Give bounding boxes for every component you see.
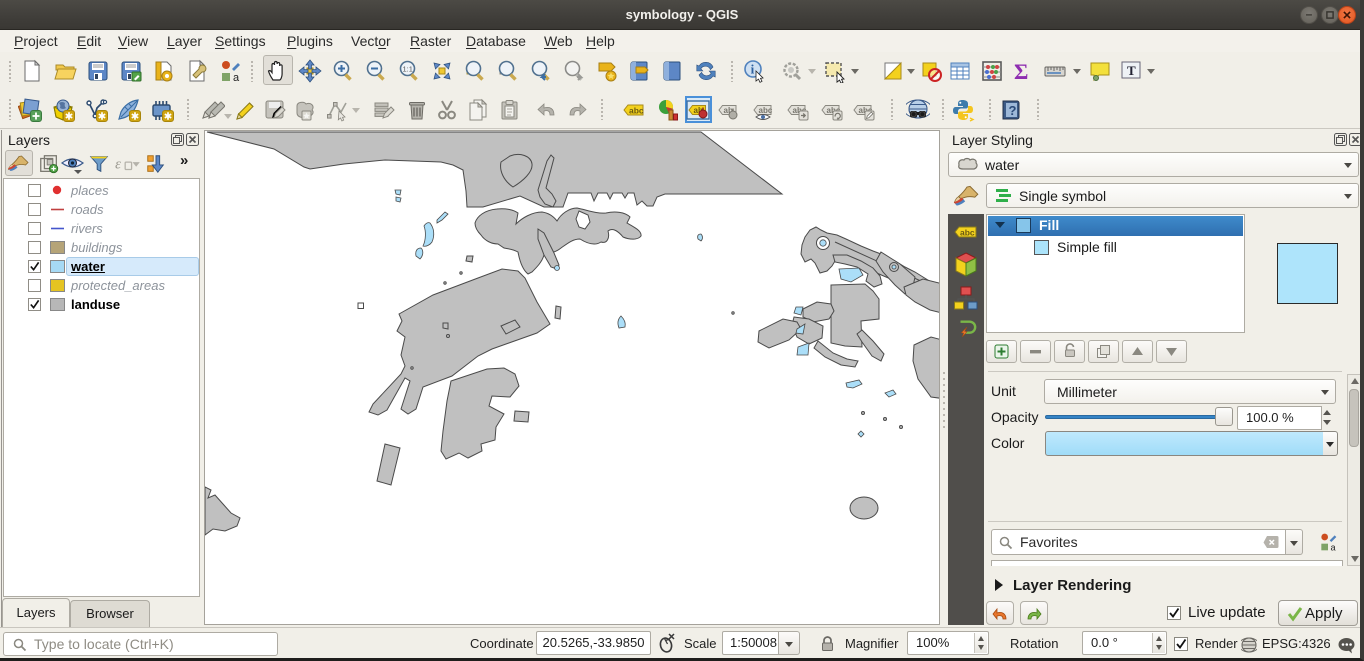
svg-text:T: T [1127,63,1136,78]
svg-text:i: i [751,62,755,77]
svg-text:1:1: 1:1 [403,65,413,74]
svg-text:ε: ε [115,157,121,173]
svg-text:abc: abc [759,106,773,115]
svg-text:abc: abc [629,106,644,116]
svg-text:a: a [1331,542,1337,552]
svg-text:?: ? [1009,103,1017,118]
svg-text:abc: abc [960,228,975,238]
svg-text:Σ: Σ [1014,59,1028,83]
svg-text:a: a [233,72,240,83]
